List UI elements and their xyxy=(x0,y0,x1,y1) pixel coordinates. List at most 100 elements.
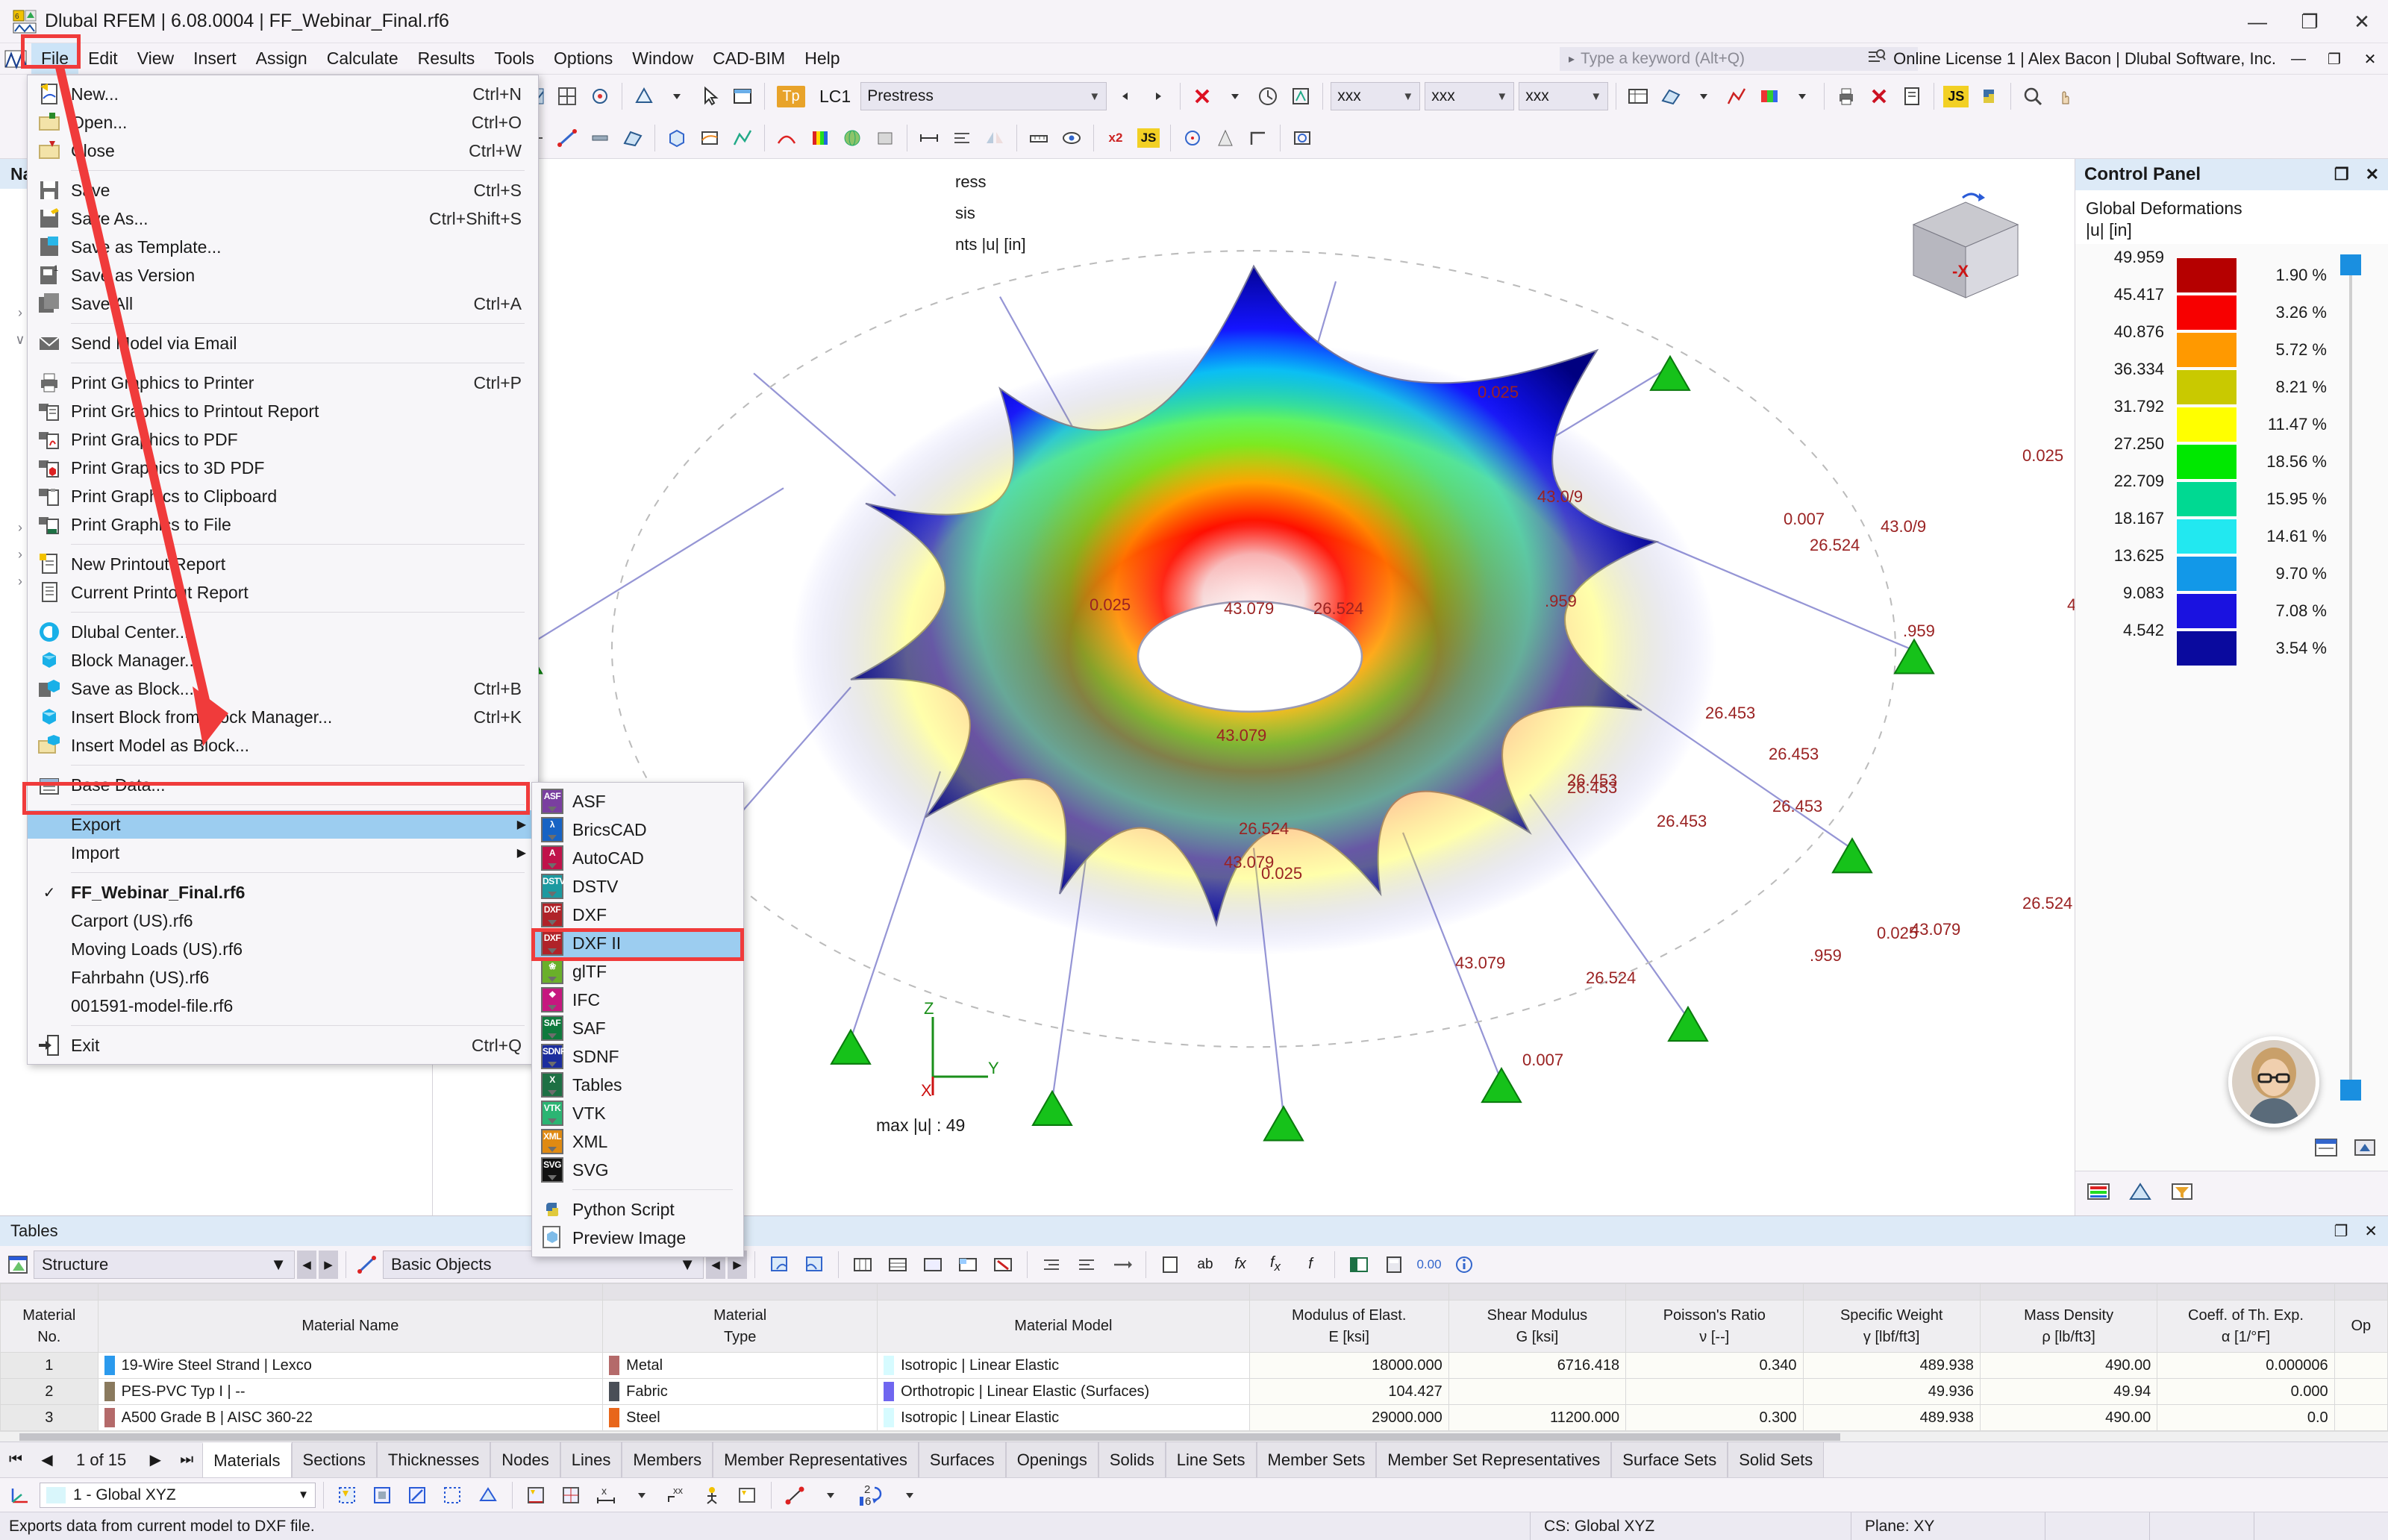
chevron-down-icon[interactable] xyxy=(625,1479,658,1512)
file-menu-item[interactable]: Save as Template... xyxy=(28,233,538,261)
tool-report-icon[interactable] xyxy=(1895,80,1928,113)
tool-ortho-icon[interactable] xyxy=(1242,122,1275,154)
recent-file-item[interactable]: Fahrbahn (US).rf6 xyxy=(28,963,538,992)
menu-results[interactable]: Results xyxy=(408,43,485,74)
snap-line-icon[interactable] xyxy=(401,1479,434,1512)
table-grid-rows-icon[interactable] xyxy=(881,1248,914,1281)
table-cell[interactable]: 0.300 xyxy=(1625,1404,1804,1431)
license-info[interactable]: Online License 1 | Alex Bacon | Dlubal S… xyxy=(1868,43,2276,75)
xxx-combo-2[interactable]: xxx ▼ xyxy=(1425,82,1515,110)
recent-file-item[interactable]: ✓ FF_Webinar_Final.rf6 xyxy=(28,878,538,907)
tool-color-icon[interactable] xyxy=(1753,80,1786,113)
table-tab[interactable]: Member Representatives xyxy=(713,1442,919,1477)
menu-cad-bim[interactable]: CAD-BIM xyxy=(703,43,795,74)
menu-insert[interactable]: Insert xyxy=(184,43,246,74)
minimize-button[interactable]: — xyxy=(2231,0,2284,43)
tool-zoom-all-icon[interactable] xyxy=(1286,122,1319,154)
export-format-item[interactable]: DSTV DSTV xyxy=(532,872,743,901)
table-cell[interactable]: 1 xyxy=(0,1352,99,1379)
tool-window-icon[interactable] xyxy=(726,80,759,113)
table-calc-icon[interactable] xyxy=(1378,1248,1410,1281)
table-cell[interactable]: A500 Grade B | AISC 360-22 xyxy=(97,1404,604,1431)
table-tab[interactable]: Sections xyxy=(291,1442,377,1477)
tool-deformation-icon[interactable] xyxy=(770,122,803,154)
table-cell[interactable]: Metal xyxy=(602,1352,878,1379)
export-format-item[interactable]: XML XML xyxy=(532,1127,743,1156)
tool-snap-icon[interactable] xyxy=(584,80,616,113)
table-column-header[interactable]: Material Model xyxy=(877,1300,1250,1353)
table-cell[interactable]: 490.00 xyxy=(1979,1352,2158,1379)
file-menu-item[interactable]: Insert Block from Block Manager... Ctrl+K xyxy=(28,703,538,731)
file-menu-item[interactable]: Print Graphics to PDF xyxy=(28,425,538,454)
menu-assign[interactable]: Assign xyxy=(246,43,317,74)
tool-close-red-icon[interactable] xyxy=(1863,80,1895,113)
node-snap-bottom-icon[interactable] xyxy=(779,1479,812,1512)
file-menu-item[interactable]: Print Graphics to Printer Ctrl+P xyxy=(28,369,538,397)
table-column-header[interactable]: Material Type xyxy=(602,1300,878,1353)
maximize-button[interactable]: ❐ xyxy=(2284,0,2336,43)
table-tab[interactable]: Line Sets xyxy=(1165,1442,1257,1477)
tool-zoom-icon[interactable] xyxy=(2016,80,2049,113)
file-menu-item[interactable]: Insert Model as Block... xyxy=(28,731,538,760)
export-format-item[interactable]: DXF DXF xyxy=(532,901,743,929)
menu-edit[interactable]: Edit xyxy=(78,43,128,74)
table-tab[interactable]: Surface Sets xyxy=(1611,1442,1728,1477)
tool-line-icon[interactable] xyxy=(551,122,584,154)
table-delete-row-icon[interactable] xyxy=(798,1248,831,1281)
table-column-header-row[interactable]: Material No. Material Name Material Type Mate… xyxy=(0,1300,2388,1353)
cp-tab-filter-icon[interactable] xyxy=(2169,1180,2195,1207)
xxx-combo-1[interactable]: xxx ▼ xyxy=(1331,82,1421,110)
table-cell[interactable]: 29000.000 xyxy=(1248,1404,1449,1431)
recent-file-item[interactable]: Moving Loads (US).rf6 xyxy=(28,935,538,963)
table-cell[interactable]: 489.938 xyxy=(1802,1352,1981,1379)
tool-mirror-icon[interactable] xyxy=(978,122,1011,154)
table-cell[interactable] xyxy=(1625,1378,1804,1405)
snap-grid2-icon[interactable] xyxy=(437,1479,469,1512)
table-tab[interactable]: Members xyxy=(622,1442,713,1477)
table-cell[interactable]: 0.340 xyxy=(1625,1352,1804,1379)
close-button[interactable]: ✕ xyxy=(2336,0,2388,43)
loadcase-prev-button[interactable] xyxy=(1109,80,1142,113)
tool-chevron-down-icon[interactable] xyxy=(660,80,693,113)
view-cube[interactable]: -X xyxy=(1891,189,2040,316)
menu-tools[interactable]: Tools xyxy=(484,43,544,74)
doc-minimize-button[interactable]: — xyxy=(2281,51,2316,68)
table-panel-restore-button[interactable]: ❐ xyxy=(2334,1222,2348,1241)
tool-pan-icon[interactable] xyxy=(2049,80,2082,113)
menu-calculate[interactable]: Calculate xyxy=(317,43,408,74)
tool-chevron-down-4-icon[interactable] xyxy=(1786,80,1819,113)
table-tab[interactable]: Lines xyxy=(560,1442,622,1477)
file-menu-item[interactable]: New Printout Report xyxy=(28,550,538,578)
doc-close-button[interactable]: ✕ xyxy=(2352,50,2388,69)
tool-solid-icon[interactable] xyxy=(660,122,693,154)
export-format-item[interactable]: VTK VTK xyxy=(532,1099,743,1127)
table-cell[interactable]: 6716.418 xyxy=(1448,1352,1627,1379)
file-menu-item[interactable]: Open... Ctrl+O xyxy=(28,108,538,137)
tool-delete-results-icon[interactable] xyxy=(1186,80,1219,113)
table-insert-row-icon[interactable] xyxy=(763,1248,796,1281)
table-cell[interactable]: 11200.000 xyxy=(1448,1404,1627,1431)
tool-grid-icon[interactable] xyxy=(551,80,584,113)
tool-node-snap-icon[interactable] xyxy=(1176,122,1209,154)
table-clear-icon[interactable] xyxy=(987,1248,1019,1281)
tool-surface-icon[interactable] xyxy=(1654,80,1687,113)
dimension-x-icon[interactable]: x xyxy=(590,1479,623,1512)
file-menu-item[interactable]: Block Manager... xyxy=(28,646,538,674)
export-format-item[interactable]: SVG SVG xyxy=(532,1156,743,1184)
table-tab[interactable]: Thicknesses xyxy=(376,1442,491,1477)
table-excel-icon[interactable] xyxy=(1343,1248,1375,1281)
file-menu-item[interactable]: Save Ctrl+S xyxy=(28,176,538,204)
table-tab[interactable]: Materials xyxy=(202,1442,292,1477)
table-cell[interactable]: 49.94 xyxy=(1979,1378,2158,1405)
table-column-header[interactable]: Material Name xyxy=(97,1300,604,1353)
table-fx3-icon[interactable]: f xyxy=(1294,1248,1327,1281)
table-arrow-icon[interactable] xyxy=(1105,1248,1138,1281)
table-first-page-button[interactable]: ⏮ xyxy=(0,1442,31,1477)
file-menu-item[interactable]: Export ▶ xyxy=(28,810,538,839)
table-tab[interactable]: Member Set Representatives xyxy=(1376,1442,1612,1477)
file-menu-item[interactable]: Current Printout Report xyxy=(28,578,538,607)
file-menu-item[interactable]: Save All Ctrl+A xyxy=(28,289,538,318)
export-format-item[interactable]: ❖ IFC xyxy=(532,986,743,1014)
tool-select-icon[interactable] xyxy=(693,80,726,113)
table-fx2-icon[interactable]: fx xyxy=(1259,1248,1292,1281)
